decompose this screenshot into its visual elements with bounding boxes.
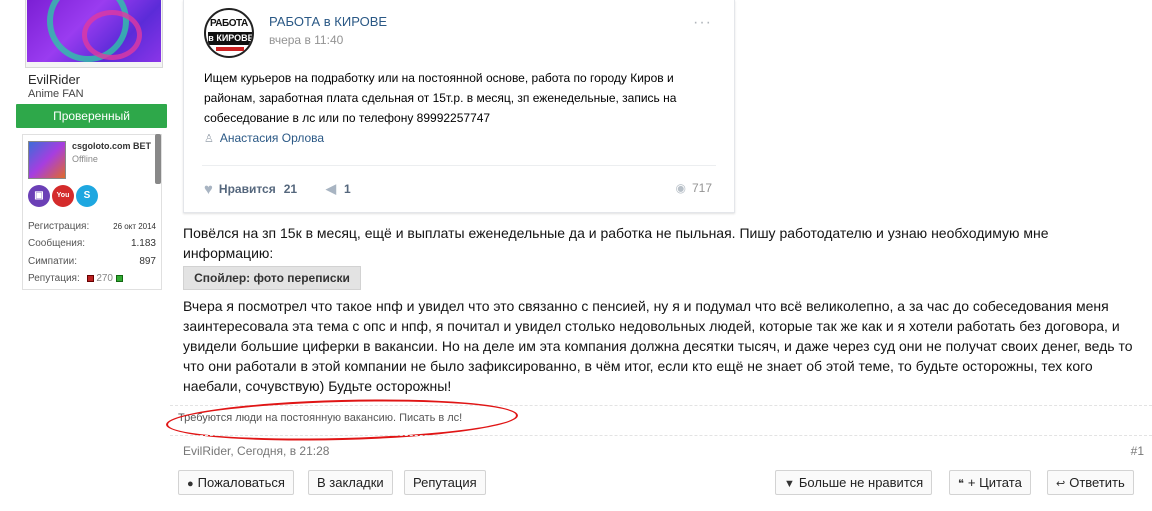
stat-reputation: Репутация: 270	[28, 273, 156, 284]
unlike-label: Больше не нравится	[798, 475, 924, 490]
avatar[interactable]	[27, 0, 161, 62]
heart-icon: ♥	[204, 181, 213, 198]
group-logo[interactable]: РАБОТА в КИРОВЕ	[204, 8, 254, 58]
quote-label: + Цитата	[967, 475, 1022, 490]
megaphone-icon: ◀	[326, 181, 336, 196]
meta-divider	[170, 435, 1152, 436]
stat-value: 26 окт 2014	[113, 222, 156, 231]
logo-text-bottom: в КИРОВЕ	[208, 32, 254, 45]
report-label: Пожаловаться	[197, 475, 285, 490]
report-button[interactable]: ● Пожаловаться	[178, 470, 294, 495]
skype-icon[interactable]: S	[76, 185, 98, 207]
online-status: Offline	[72, 154, 98, 164]
signer-name: Анастасия Орлова	[219, 131, 325, 145]
eye-icon: ◉	[675, 181, 686, 195]
share-count: 1	[344, 182, 351, 196]
like-label: Нравится	[218, 182, 276, 196]
share-button[interactable]: ◀ 1	[326, 181, 351, 197]
author-link[interactable]: EvilRider	[183, 444, 230, 458]
stat-value: 1.183	[130, 238, 156, 249]
stat-label: Сообщения:	[28, 238, 86, 249]
post-number-link[interactable]: #1	[1131, 444, 1144, 458]
more-options-icon[interactable]: ···	[693, 14, 712, 32]
stat-messages: Сообщения: 1.183	[28, 238, 156, 249]
rep-plus-icon	[115, 274, 123, 282]
post-meta: EvilRider, Сегодня, в 21:28	[183, 444, 329, 458]
post-time[interactable]: вчера в 11:40	[269, 33, 343, 47]
warning-icon: ●	[187, 478, 194, 490]
user-title: Anime FAN	[28, 88, 84, 100]
unlike-button[interactable]: ▼ Больше не нравится	[775, 470, 933, 495]
quote-button[interactable]: ❝ + Цитата	[949, 470, 1031, 495]
stat-likes: Симпатии: 897	[28, 256, 156, 267]
mini-avatar[interactable]	[28, 141, 66, 179]
spoiler-button[interactable]: Спойлер: фото переписки	[183, 266, 361, 290]
bookmark-button[interactable]: В закладки	[308, 470, 393, 495]
stat-label: Симпатии:	[28, 256, 77, 267]
views-count: 717	[691, 181, 712, 195]
reputation-label: Репутация	[413, 475, 477, 490]
post-paragraph: Вчера я посмотрел что такое нпф и увидел…	[183, 298, 1133, 394]
logo-text-top: РАБОТА	[210, 18, 248, 29]
mini-username[interactable]: csgoloto.com BET	[72, 141, 156, 151]
post-date-link[interactable]: Сегодня, в 21:28	[237, 444, 329, 458]
red-annotation-circle	[165, 395, 519, 445]
group-name-link[interactable]: РАБОТА в КИРОВЕ	[269, 14, 387, 29]
bookmark-label: В закладки	[317, 475, 384, 490]
stat-label: Репутация:	[28, 273, 80, 284]
stat-value: 897	[139, 256, 156, 267]
rep-minus-icon	[86, 274, 94, 282]
stat-value: 270	[96, 273, 113, 284]
reply-label: Ответить	[1069, 475, 1125, 490]
post-paragraph: Повёлся на зп 15к в месяц, ещё и выплаты…	[183, 225, 1049, 261]
username[interactable]: EvilRider	[28, 72, 80, 87]
like-count: 21	[283, 182, 298, 196]
quote-icon: ❝	[958, 478, 964, 490]
like-button[interactable]: ♥ Нравится 21	[204, 181, 297, 198]
reply-icon: ↩	[1056, 478, 1066, 490]
views-counter: ◉ 717	[675, 181, 712, 195]
signer-link[interactable]: ♙ Анастасия Орлова	[204, 131, 324, 145]
twitch-icon[interactable]: ▣	[28, 185, 50, 207]
user-panel: EvilRider Anime FAN Проверенный csgoloto…	[0, 0, 170, 511]
logo-stripe	[216, 47, 244, 51]
stat-registration: Регистрация: 26 окт 2014	[28, 221, 156, 232]
reply-button[interactable]: ↩ Ответить	[1047, 470, 1134, 495]
embed-text: Ищем курьеров на подработку или на посто…	[204, 71, 677, 125]
forum-page: EvilRider Anime FAN Проверенный csgoloto…	[0, 0, 1152, 511]
person-icon: ♙	[204, 133, 214, 145]
stat-label: Регистрация:	[28, 221, 90, 232]
verified-badge: Проверенный	[16, 104, 167, 128]
divider	[202, 165, 716, 166]
embedded-post: РАБОТА в КИРОВЕ РАБОТА в КИРОВЕ вчера в …	[183, 0, 735, 213]
youtube-icon[interactable]: You	[52, 185, 74, 207]
thumbs-down-icon: ▼	[784, 478, 795, 490]
reputation-button[interactable]: Репутация	[404, 470, 486, 495]
